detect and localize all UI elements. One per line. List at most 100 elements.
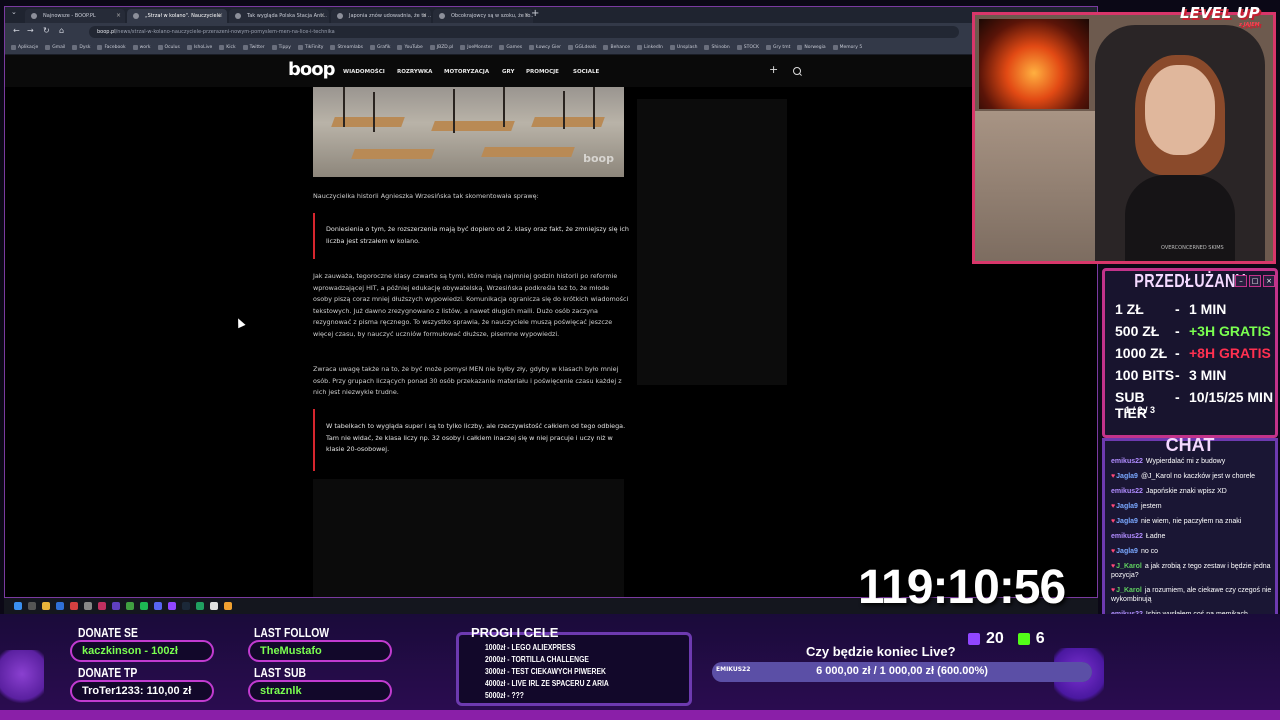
bookmark-icon [157, 45, 163, 50]
bookmark-item[interactable]: Twitter [242, 45, 265, 50]
store-icon[interactable] [56, 602, 64, 610]
favicon-icon [337, 13, 343, 19]
bookmark-icon [219, 45, 225, 50]
progress-text: 6 000,00 zł / 1 000,00 zł (600.00%) [816, 665, 988, 677]
bookmark-item[interactable]: TikFinity [297, 45, 323, 50]
donate-se-value: kaczkinson - 100zł [82, 645, 178, 657]
bookmark-item[interactable]: Oculus [157, 45, 180, 50]
tab-title: Obcokrajowcy są w szoku, że to... [451, 13, 533, 19]
bookmarks-bar: Aplikacje Gmail Dysk Facebook work Oculus Isho… [5, 41, 1097, 55]
rate-amount: 1000 ZŁ [1115, 345, 1168, 361]
bookmark-icon [603, 45, 609, 50]
bookmark-item[interactable]: Grafik [369, 45, 390, 50]
rate-row: 1000 ZŁ - +8H GRATIS [1115, 345, 1275, 361]
nav-gry[interactable]: GRY [502, 69, 514, 75]
close-tab-icon[interactable]: × [524, 9, 529, 23]
bookmark-item[interactable]: JBZD.pl [429, 45, 453, 50]
forward-icon[interactable]: → [27, 26, 34, 35]
chat-message: emikus22 Wypierdalać mi z budowy [1111, 457, 1275, 466]
bookmark-item[interactable]: Kick [219, 45, 236, 50]
url-input[interactable]: boop.pl/news/strzal-w-kolano-nauczyciele… [89, 26, 959, 38]
bookmark-icon [397, 45, 403, 50]
bookmark-item[interactable]: Aplikacje [11, 45, 38, 50]
app-icon-3[interactable] [98, 602, 106, 610]
bookmark-item[interactable]: Unsplash [669, 45, 697, 50]
browser-tab[interactable]: „Strzał w kolano". Nauczyciele × [127, 9, 227, 23]
bookmark-item[interactable]: Shinobn [704, 45, 730, 50]
app-icon-2[interactable] [84, 602, 92, 610]
bookmark-item[interactable]: GGLdeals [568, 45, 596, 50]
bookmark-item[interactable]: Behance [603, 45, 630, 50]
plus-icon[interactable]: + [769, 63, 778, 76]
discord-icon[interactable] [154, 602, 162, 610]
bookmark-icon [499, 45, 505, 50]
bookmark-item[interactable]: YouTube [397, 45, 423, 50]
bookmark-item[interactable]: LinkedIn [637, 45, 663, 50]
nav-rozrywka[interactable]: ROZRYWKA [397, 69, 432, 75]
chrome-icon[interactable] [224, 602, 232, 610]
new-tab-button[interactable]: + [531, 8, 539, 19]
bookmark-item[interactable]: IshoLive [186, 45, 212, 50]
article-body: boop Nauczycielka historii Agnieszka Wrz… [311, 87, 631, 597]
rate-dash: - [1175, 323, 1180, 339]
folder-icon[interactable] [42, 602, 50, 610]
webcam-feed: OVERCONCERNED SKIMS [972, 12, 1276, 264]
nav-promocje[interactable]: PROMOCJE [526, 69, 559, 75]
close-tab-icon[interactable]: × [320, 9, 325, 23]
close-tab-icon[interactable]: × [218, 9, 223, 23]
excel-icon[interactable] [196, 602, 204, 610]
close-tab-icon[interactable]: × [422, 9, 427, 23]
tab-list-icon[interactable]: ⌄ [11, 8, 17, 16]
home-icon[interactable]: ⌂ [59, 26, 64, 35]
photo-watermark: boop [583, 152, 614, 165]
bookmark-icon [797, 45, 803, 50]
bookmark-item[interactable]: Gmail [45, 45, 65, 50]
browser-tab[interactable]: Najnowsze - BOOP.PL × [25, 9, 125, 23]
start-icon[interactable] [14, 602, 22, 610]
bookmark-item[interactable]: JoeMonster [460, 45, 492, 50]
browser-tab[interactable]: Tak wygląda Polska Stacja Ant... × [229, 9, 329, 23]
bookmark-item[interactable]: Gry tmt [766, 45, 790, 50]
reload-icon[interactable]: ↻ [43, 26, 50, 35]
browser-tab[interactable]: Japonia znów udowadnia, że to ... × [331, 9, 431, 23]
chat-message: ♥Jagla9 @J_Karol no kaczków jest w chorel… [1111, 472, 1275, 481]
bookmark-item[interactable]: Memory 5 [832, 45, 862, 50]
shirt-text: OVERCONCERNED SKIMS [1161, 245, 1224, 251]
search-icon[interactable] [793, 67, 801, 75]
bookmark-icon [429, 45, 435, 50]
nav-sociale[interactable]: SOCIALE [573, 69, 599, 75]
xbox-icon[interactable] [126, 602, 134, 610]
bookmark-item[interactable]: Games [499, 45, 522, 50]
back-icon[interactable]: ← [13, 26, 20, 35]
bookmark-item[interactable]: work [132, 45, 151, 50]
bookmark-icon [97, 45, 103, 50]
bookmark-icon [637, 45, 643, 50]
close-tab-icon[interactable]: × [116, 9, 121, 23]
bookmark-item[interactable]: Tippy [271, 45, 291, 50]
app-icon-5[interactable] [210, 602, 218, 610]
bookmark-item[interactable]: Streamlabs [330, 45, 363, 50]
bookmark-item[interactable]: Norwegia [797, 45, 826, 50]
app-icon-4[interactable] [112, 602, 120, 610]
heart-icon: ♥ [1111, 587, 1116, 594]
bookmark-label: Games [506, 45, 523, 50]
browser-tab[interactable]: Obcokrajowcy są w szoku, że to... × [433, 9, 533, 23]
favicon-icon [31, 13, 37, 19]
bookmark-label: Behance [610, 45, 631, 50]
app-icon-1[interactable] [70, 602, 78, 610]
bookmark-item[interactable]: Łowcy Gier [529, 45, 561, 50]
steam-icon[interactable] [182, 602, 190, 610]
goal-item: 5000zł - ??? [485, 691, 524, 700]
bookmark-item[interactable]: STOCK [736, 45, 759, 50]
search-taskbar-icon[interactable] [28, 602, 36, 610]
nav-motoryzacja[interactable]: MOTORYZACJA [444, 69, 489, 75]
bookmark-item[interactable]: Facebook [97, 45, 126, 50]
spotify-icon[interactable] [140, 602, 148, 610]
nav-wiadomosci[interactable]: WIADOMOŚCI [343, 69, 385, 75]
twitch-icon[interactable] [168, 602, 176, 610]
chat-message: emikus22 Japońskie znaki wpisz XD [1111, 487, 1275, 496]
site-logo[interactable]: boop [288, 59, 336, 80]
heart-icon: ♥ [1111, 563, 1116, 570]
bookmark-item[interactable]: Dysk [72, 45, 90, 50]
donate-tp-label: DONATE TP [78, 665, 138, 680]
